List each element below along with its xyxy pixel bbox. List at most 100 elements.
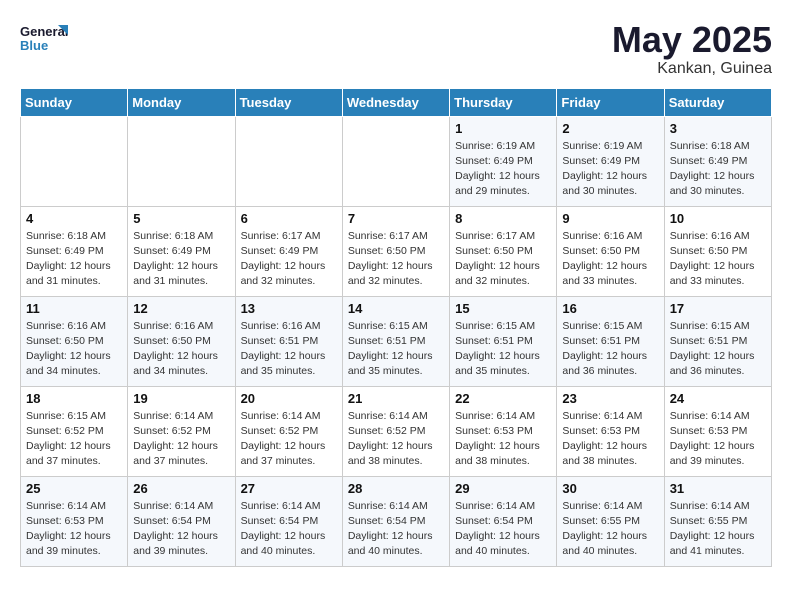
calendar-cell: 17 Sunrise: 6:15 AMSunset: 6:51 PMDayligh… bbox=[664, 296, 771, 386]
day-number: 5 bbox=[133, 211, 229, 226]
calendar-cell: 13 Sunrise: 6:16 AMSunset: 6:51 PMDayligh… bbox=[235, 296, 342, 386]
calendar-cell: 7 Sunrise: 6:17 AMSunset: 6:50 PMDaylight… bbox=[342, 206, 449, 296]
day-info: Sunrise: 6:14 AMSunset: 6:54 PMDaylight:… bbox=[455, 499, 551, 560]
day-info: Sunrise: 6:16 AMSunset: 6:50 PMDaylight:… bbox=[562, 229, 658, 290]
day-number: 2 bbox=[562, 121, 658, 136]
day-number: 14 bbox=[348, 301, 444, 316]
calendar-cell: 4Sunrise: 6:18 AMSunset: 6:49 PMDaylight… bbox=[21, 206, 128, 296]
calendar-cell: 30 Sunrise: 6:14 AMSunset: 6:55 PMDayligh… bbox=[557, 476, 664, 566]
weekday-header-monday: Monday bbox=[128, 88, 235, 116]
calendar-cell bbox=[21, 116, 128, 206]
day-info: Sunrise: 6:18 AMSunset: 6:49 PMDaylight:… bbox=[670, 139, 766, 200]
day-number: 15 bbox=[455, 301, 551, 316]
weekday-header-tuesday: Tuesday bbox=[235, 88, 342, 116]
day-number: 31 bbox=[670, 481, 766, 496]
calendar-cell: 27 Sunrise: 6:14 AMSunset: 6:54 PMDayligh… bbox=[235, 476, 342, 566]
calendar-cell: 28Sunrise: 6:14 AMSunset: 6:54 PMDayligh… bbox=[342, 476, 449, 566]
weekday-header-wednesday: Wednesday bbox=[342, 88, 449, 116]
day-info: Sunrise: 6:17 AMSunset: 6:50 PMDaylight:… bbox=[455, 229, 551, 290]
day-info: Sunrise: 6:14 AMSunset: 6:52 PMDaylight:… bbox=[348, 409, 444, 470]
day-number: 7 bbox=[348, 211, 444, 226]
calendar-cell: 18Sunrise: 6:15 AMSunset: 6:52 PMDayligh… bbox=[21, 386, 128, 476]
page-header: General Blue May 2025 Kankan, Guinea bbox=[20, 20, 772, 78]
week-row-5: 25 Sunrise: 6:14 AMSunset: 6:53 PMDayligh… bbox=[21, 476, 772, 566]
calendar-cell: 25 Sunrise: 6:14 AMSunset: 6:53 PMDayligh… bbox=[21, 476, 128, 566]
location: Kankan, Guinea bbox=[612, 60, 772, 78]
day-info: Sunrise: 6:14 AMSunset: 6:55 PMDaylight:… bbox=[670, 499, 766, 560]
calendar-cell: 1 Sunrise: 6:19 AMSunset: 6:49 PMDaylight… bbox=[450, 116, 557, 206]
calendar-cell bbox=[342, 116, 449, 206]
day-info: Sunrise: 6:16 AMSunset: 6:50 PMDaylight:… bbox=[133, 319, 229, 380]
calendar-cell: 23 Sunrise: 6:14 AMSunset: 6:53 PMDayligh… bbox=[557, 386, 664, 476]
day-number: 9 bbox=[562, 211, 658, 226]
calendar-cell: 31 Sunrise: 6:14 AMSunset: 6:55 PMDayligh… bbox=[664, 476, 771, 566]
calendar-cell: 6 Sunrise: 6:17 AMSunset: 6:49 PMDaylight… bbox=[235, 206, 342, 296]
calendar-cell: 5 Sunrise: 6:18 AMSunset: 6:49 PMDaylight… bbox=[128, 206, 235, 296]
calendar-cell: 3Sunrise: 6:18 AMSunset: 6:49 PMDaylight… bbox=[664, 116, 771, 206]
logo-svg: General Blue bbox=[20, 20, 70, 64]
day-number: 20 bbox=[241, 391, 337, 406]
day-number: 11 bbox=[26, 301, 122, 316]
day-info: Sunrise: 6:19 AMSunset: 6:49 PMDaylight:… bbox=[562, 139, 658, 200]
month-title: May 2025 bbox=[612, 20, 772, 60]
day-number: 16 bbox=[562, 301, 658, 316]
calendar-table: SundayMondayTuesdayWednesdayThursdayFrid… bbox=[20, 88, 772, 567]
day-number: 21 bbox=[348, 391, 444, 406]
week-row-3: 11 Sunrise: 6:16 AMSunset: 6:50 PMDayligh… bbox=[21, 296, 772, 386]
weekday-header-saturday: Saturday bbox=[664, 88, 771, 116]
day-info: Sunrise: 6:19 AMSunset: 6:49 PMDaylight:… bbox=[455, 139, 551, 200]
day-number: 12 bbox=[133, 301, 229, 316]
day-info: Sunrise: 6:15 AMSunset: 6:51 PMDaylight:… bbox=[562, 319, 658, 380]
day-number: 17 bbox=[670, 301, 766, 316]
calendar-cell: 2 Sunrise: 6:19 AMSunset: 6:49 PMDaylight… bbox=[557, 116, 664, 206]
day-info: Sunrise: 6:14 AMSunset: 6:53 PMDaylight:… bbox=[455, 409, 551, 470]
day-info: Sunrise: 6:16 AMSunset: 6:51 PMDaylight:… bbox=[241, 319, 337, 380]
day-number: 6 bbox=[241, 211, 337, 226]
day-number: 13 bbox=[241, 301, 337, 316]
calendar-cell: 8Sunrise: 6:17 AMSunset: 6:50 PMDaylight… bbox=[450, 206, 557, 296]
day-info: Sunrise: 6:14 AMSunset: 6:53 PMDaylight:… bbox=[26, 499, 122, 560]
calendar-cell: 11 Sunrise: 6:16 AMSunset: 6:50 PMDayligh… bbox=[21, 296, 128, 386]
day-info: Sunrise: 6:15 AMSunset: 6:51 PMDaylight:… bbox=[348, 319, 444, 380]
calendar-cell: 10 Sunrise: 6:16 AMSunset: 6:50 PMDayligh… bbox=[664, 206, 771, 296]
calendar-cell: 29 Sunrise: 6:14 AMSunset: 6:54 PMDayligh… bbox=[450, 476, 557, 566]
day-info: Sunrise: 6:15 AMSunset: 6:51 PMDaylight:… bbox=[670, 319, 766, 380]
calendar-cell: 15Sunrise: 6:15 AMSunset: 6:51 PMDayligh… bbox=[450, 296, 557, 386]
day-number: 23 bbox=[562, 391, 658, 406]
day-number: 25 bbox=[26, 481, 122, 496]
calendar-cell: 9 Sunrise: 6:16 AMSunset: 6:50 PMDaylight… bbox=[557, 206, 664, 296]
day-info: Sunrise: 6:14 AMSunset: 6:54 PMDaylight:… bbox=[348, 499, 444, 560]
day-number: 30 bbox=[562, 481, 658, 496]
day-number: 4 bbox=[26, 211, 122, 226]
day-number: 24 bbox=[670, 391, 766, 406]
calendar-cell: 26Sunrise: 6:14 AMSunset: 6:54 PMDayligh… bbox=[128, 476, 235, 566]
day-number: 19 bbox=[133, 391, 229, 406]
calendar-cell: 16 Sunrise: 6:15 AMSunset: 6:51 PMDayligh… bbox=[557, 296, 664, 386]
day-info: Sunrise: 6:14 AMSunset: 6:54 PMDaylight:… bbox=[133, 499, 229, 560]
weekday-header-thursday: Thursday bbox=[450, 88, 557, 116]
day-number: 22 bbox=[455, 391, 551, 406]
day-info: Sunrise: 6:16 AMSunset: 6:50 PMDaylight:… bbox=[26, 319, 122, 380]
calendar-cell: 12 Sunrise: 6:16 AMSunset: 6:50 PMDayligh… bbox=[128, 296, 235, 386]
day-number: 1 bbox=[455, 121, 551, 136]
calendar-cell bbox=[235, 116, 342, 206]
calendar-cell: 19 Sunrise: 6:14 AMSunset: 6:52 PMDayligh… bbox=[128, 386, 235, 476]
day-info: Sunrise: 6:14 AMSunset: 6:53 PMDaylight:… bbox=[562, 409, 658, 470]
day-info: Sunrise: 6:14 AMSunset: 6:54 PMDaylight:… bbox=[241, 499, 337, 560]
day-info: Sunrise: 6:16 AMSunset: 6:50 PMDaylight:… bbox=[670, 229, 766, 290]
calendar-cell: 24Sunrise: 6:14 AMSunset: 6:53 PMDayligh… bbox=[664, 386, 771, 476]
calendar-cell: 21 Sunrise: 6:14 AMSunset: 6:52 PMDayligh… bbox=[342, 386, 449, 476]
week-row-2: 4 Sunrise: 6:18 AMSunset: 6:49 PMDaylight… bbox=[21, 206, 772, 296]
day-info: Sunrise: 6:18 AMSunset: 6:49 PMDaylight:… bbox=[133, 229, 229, 290]
day-info: Sunrise: 6:14 AMSunset: 6:55 PMDaylight:… bbox=[562, 499, 658, 560]
logo: General Blue bbox=[20, 20, 70, 64]
day-number: 10 bbox=[670, 211, 766, 226]
day-number: 29 bbox=[455, 481, 551, 496]
weekday-header-friday: Friday bbox=[557, 88, 664, 116]
calendar-cell: 20Sunrise: 6:14 AMSunset: 6:52 PMDayligh… bbox=[235, 386, 342, 476]
day-number: 27 bbox=[241, 481, 337, 496]
day-info: Sunrise: 6:17 AMSunset: 6:49 PMDaylight:… bbox=[241, 229, 337, 290]
day-info: Sunrise: 6:17 AMSunset: 6:50 PMDaylight:… bbox=[348, 229, 444, 290]
calendar-cell bbox=[128, 116, 235, 206]
day-info: Sunrise: 6:14 AMSunset: 6:52 PMDaylight:… bbox=[133, 409, 229, 470]
